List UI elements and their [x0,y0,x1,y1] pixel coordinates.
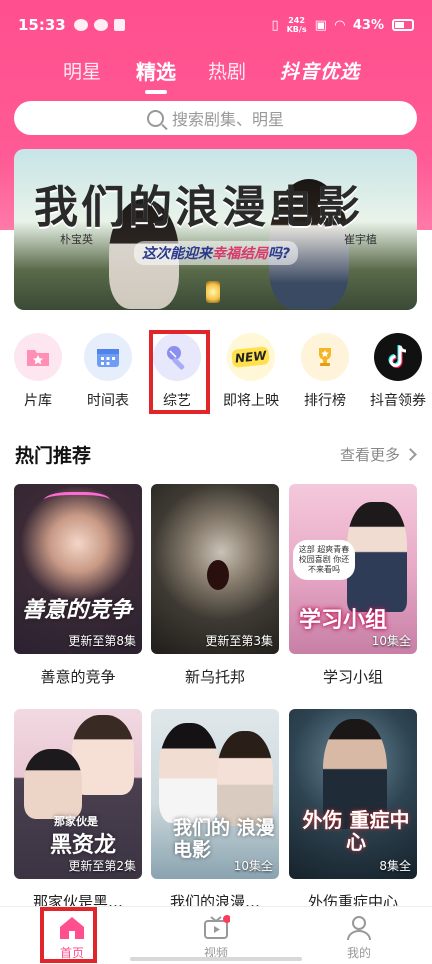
drama-card[interactable]: 善意的竞争 更新至第8集 善意的竞争 [14,484,142,687]
banner-subtitle-pre: 这次能迎来 [142,246,212,262]
poster-actress [217,731,273,826]
shortcut-label: 排行榜 [304,393,346,409]
new-badge-icon: NEW [227,333,275,381]
shortcut-douyin-coupon[interactable]: 抖音领券 [362,330,432,410]
episode-tag: 10集全 [233,859,273,873]
card-poster: 那家伙是 黑资龙 更新至第2集 [14,709,142,879]
poster-title-text: 我们的 浪漫电影 [173,817,275,861]
poster-neon-ears [44,492,110,512]
banner-subtitle-highlight: 幸福结局 [212,246,268,262]
card-poster: 善意的竞争 更新至第8集 [14,484,142,654]
card-poster: 更新至第3集 [151,484,279,654]
drama-card[interactable]: 那家伙是 黑资龙 更新至第2集 那家伙是黑… [14,709,142,912]
nav-video[interactable]: 视频 [181,913,251,961]
see-more-label: 查看更多 [339,445,400,464]
poster-title-text: 黑资龙 [50,833,117,858]
tab-featured[interactable]: 精选 [136,56,176,85]
douyin-notification-icon [113,19,125,31]
banner-name-left: 朴宝英 [60,233,93,246]
section-header: 热门推荐 查看更多 [15,440,419,468]
battery-percent: 43% [352,17,384,33]
app-notification-icon [93,19,108,31]
poster-man [24,749,82,819]
shortcut-schedule[interactable]: 时间表 [72,330,144,410]
notification-icons [73,19,125,31]
highlight-box [149,330,210,414]
shortcut-label: 片库 [24,393,52,409]
card-title: 新乌托邦 [184,668,245,686]
banner-lantern [206,281,220,303]
network-speed-value: 242 [288,16,305,25]
search-icon [146,109,164,127]
wifi-icon: ◠ [334,17,345,33]
shortcut-coming-soon[interactable]: NEW 即将上映 [215,330,287,410]
search-placeholder: 搜索剧集、明星 [171,110,284,129]
drama-card[interactable]: 更新至第3集 新乌托邦 [151,484,279,687]
drama-card[interactable]: 我们的 浪漫电影 10集全 我们的浪漫… [151,709,279,912]
see-more-link[interactable]: 查看更多 [340,444,419,465]
episode-tag: 更新至第3集 [205,634,273,648]
library-star-icon [14,333,62,381]
nav-profile[interactable]: 我的 [324,913,394,961]
sim-icon: ▣ [314,17,327,33]
network-speed-unit: KB/s [286,25,307,34]
status-time: 15:33 [18,16,66,34]
status-bar: 15:33 ▯ 242 KB/s ▣ ◠ 43% [0,0,432,50]
shortcut-ranking[interactable]: 排行榜 [289,330,361,410]
search-input[interactable]: 搜索剧集、明星 [14,101,417,135]
calendar-icon [84,333,132,381]
hero-banner[interactable]: 我们的浪漫电影 朴宝英 崔宇植 这次能迎来幸福结局吗? [14,149,417,310]
poster-title-text: 善意的竞争 [22,598,133,623]
drama-card[interactable]: 外伤 重症中心 8集全 外伤重症中心 [289,709,417,912]
gesture-bar [130,957,302,961]
chevron-right-icon [404,447,417,461]
card-poster: 这部 超爽青春校园喜剧 你还不来看吗 学习小组 10集全 [289,484,417,654]
card-poster: 外伤 重症中心 8集全 [289,709,417,879]
shortcut-library[interactable]: 片库 [2,330,74,410]
banner-subtitle: 这次能迎来幸福结局吗? [134,241,299,265]
card-title: 学习小组 [322,668,383,686]
episode-tag: 更新至第8集 [68,634,136,648]
shortcut-label: 即将上映 [223,393,279,409]
vibrate-icon: ▯ [271,17,279,33]
poster-actor [159,723,219,823]
battery-icon [392,19,414,31]
wechat-icon [73,19,88,31]
shortcut-row: 片库 时间表 综艺 NEW 即将上映 排行榜 抖音领券 [0,330,432,410]
app-screen: 15:33 ▯ 242 KB/s ▣ ◠ 43% 明星 精选 热剧 抖音优选 搜… [0,0,432,964]
shortcut-label: 抖音领券 [370,393,426,409]
douyin-logo-icon [374,333,422,381]
top-tabs: 明星 精选 热剧 抖音优选 [0,52,432,88]
poster-title-text: 外伤 重症中心 [302,808,410,854]
poster-title-text: 学习小组 [299,608,388,633]
poster-mouth [207,560,229,590]
poster-student [347,502,407,612]
tab-hot-dramas[interactable]: 热剧 [208,57,246,84]
new-badge: NEW [231,346,271,368]
banner-subtitle-post: 吗? [268,246,291,262]
episode-tag: 10集全 [371,634,411,648]
episode-tag: 更新至第2集 [68,859,136,873]
shortcut-label: 时间表 [87,393,129,409]
poster-speech-bubble: 这部 超爽青春校园喜剧 你还不来看吗 [293,540,355,580]
status-right: ▯ 242 KB/s ▣ ◠ 43% [271,16,414,34]
nav-label: 我的 [346,946,371,960]
person-icon [345,915,373,941]
card-title: 善意的竞争 [40,668,116,686]
episode-tag: 8集全 [379,859,411,873]
banner-name-right: 崔宇植 [344,233,377,246]
network-speed: 242 KB/s [287,16,307,34]
drama-card[interactable]: 这部 超爽青春校园喜剧 你还不来看吗 学习小组 10集全 学习小组 [289,484,417,687]
section-title: 热门推荐 [15,444,92,467]
tv-icon [202,915,231,941]
highlight-box [40,907,97,963]
tab-douyin-select[interactable]: 抖音优选 [280,57,360,84]
banner-title: 我们的浪漫电影 [34,182,363,233]
card-poster: 我们的 浪漫电影 10集全 [151,709,279,879]
trophy-icon [301,333,349,381]
tab-stars[interactable]: 明星 [63,57,101,84]
